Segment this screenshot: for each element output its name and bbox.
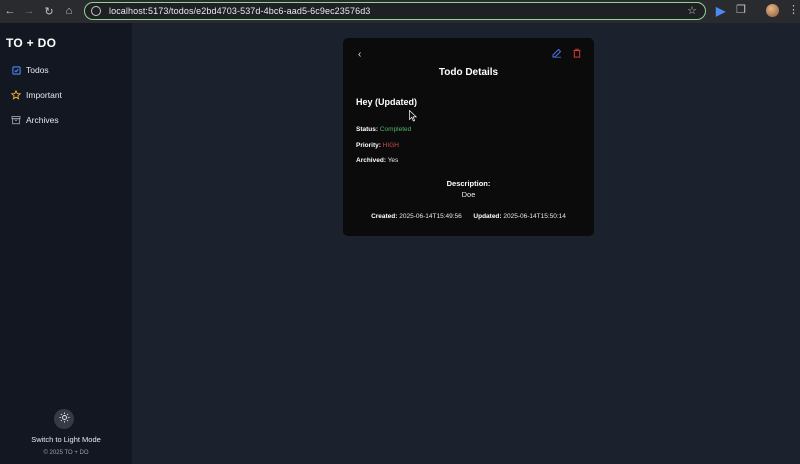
bookmark-star-icon[interactable]: ☆ [687,4,697,17]
sidebar-item-important[interactable]: Important [11,90,62,100]
chevron-left-icon[interactable]: ‹ [358,49,361,60]
priority-field: Priority: HIGH [356,142,399,149]
edit-icon[interactable] [552,48,562,61]
status-value: Completed [379,126,412,133]
page-title: Todo Details [438,67,499,78]
archived-value: Yes [387,157,399,164]
timestamps: Created: 2025-06-14T15:49:56 Updated: 20… [343,213,594,220]
profile-avatar[interactable] [766,4,779,17]
extension-d-icon[interactable]: ▶ [716,4,728,18]
sun-icon [58,412,70,426]
description-label: Description: [446,179,491,188]
url-text[interactable]: localhost:5173/todos/e2bd4703-537d-4bc6-… [109,6,370,16]
forward-arrow-icon[interactable]: → [19,1,39,21]
updated-value: 2025-06-14T15:50:14 [503,213,566,220]
theme-toggle-label[interactable]: Switch to Light Mode [0,435,132,444]
status-field: Status: Completed [356,126,411,133]
address-bar[interactable]: localhost:5173/todos/e2bd4703-537d-4bc6-… [84,2,706,20]
theme-toggle-button[interactable] [54,409,74,429]
created-value: 2025-06-14T15:49:56 [399,213,462,220]
app-brand[interactable]: TO + DO [6,36,56,50]
sidebar-item-label: Todos [26,65,49,75]
archive-icon [11,115,21,125]
status-label: Status: [356,126,379,133]
extensions-puzzle-icon[interactable]: ❒ [736,3,746,16]
archived-label: Archived: [356,157,386,164]
sidebar-item-todos[interactable]: Todos [11,65,49,75]
sidebar-item-archives[interactable]: Archives [11,115,59,125]
checkbox-icon [11,65,21,75]
mouse-cursor-icon [409,109,418,122]
sidebar: TO + DO Todos Important Archives Switch … [0,23,132,464]
browser-toolbar: ← → ↻ ⌂ localhost:5173/todos/e2bd4703-53… [0,0,800,23]
main-content: ‹ Todo Details Hey (Updated) Status: Com… [132,23,800,464]
site-info-icon[interactable] [91,6,101,16]
home-icon[interactable]: ⌂ [59,1,79,21]
todo-title: Hey (Updated) [356,97,418,107]
sidebar-item-label: Archives [26,115,59,125]
description-value: Doe [461,190,476,199]
todo-details-card: ‹ Todo Details Hey (Updated) Status: Com… [343,38,594,236]
star-icon [11,90,21,100]
reload-icon[interactable]: ↻ [39,1,59,21]
back-arrow-icon[interactable]: ← [0,1,20,21]
priority-value: HIGH [382,142,399,149]
trash-icon[interactable] [572,48,582,61]
priority-label: Priority: [356,142,381,149]
created-label: Created: [371,213,398,220]
menu-kebab-icon[interactable]: ⋮ [788,3,799,16]
updated-label: Updated: [473,213,502,220]
archived-field: Archived: Yes [356,157,398,164]
sidebar-item-label: Important [26,90,62,100]
copyright-text: © 2025 TO + DO [43,450,89,456]
